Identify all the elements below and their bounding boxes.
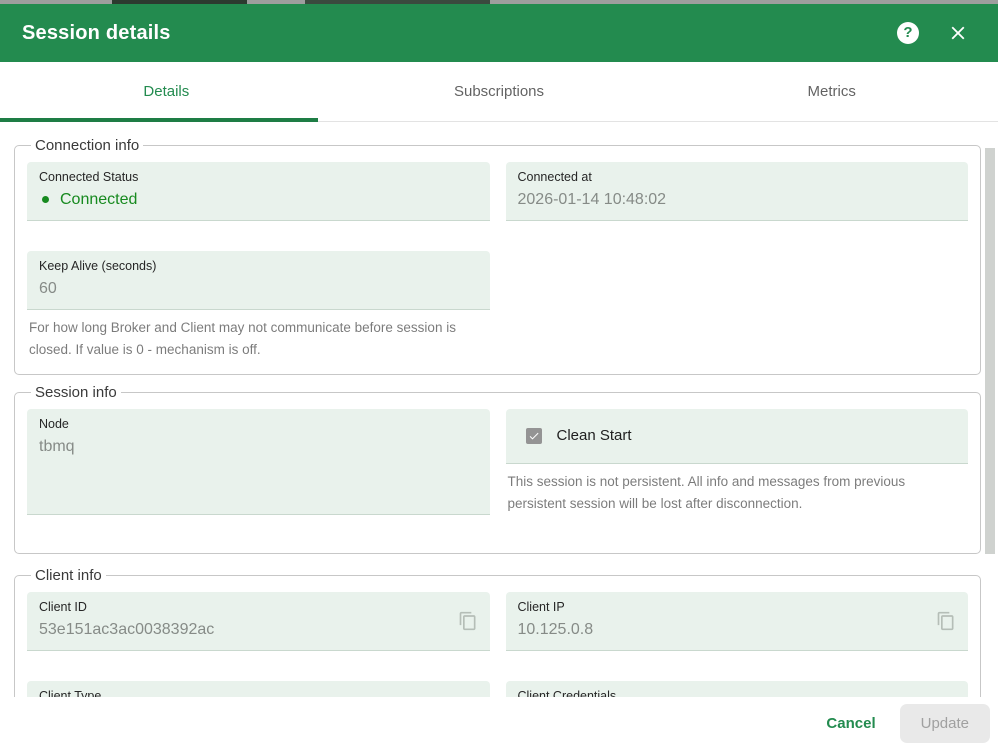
field-clean-start: Clean Start bbox=[506, 409, 969, 464]
dialog-content: Connection info Connected Status Connect… bbox=[0, 122, 998, 697]
clean-start-label: Clean Start bbox=[557, 427, 632, 444]
field-label: Connected Status bbox=[39, 170, 478, 184]
section-client-info: Client info Client ID 53e151ac3ac0038392… bbox=[14, 567, 981, 697]
field-connected-status: Connected Status Connected bbox=[27, 162, 490, 221]
keep-alive-cell: Keep Alive (seconds) 60 For how long Bro… bbox=[27, 251, 490, 362]
tab-bar: Details Subscriptions Metrics bbox=[0, 62, 998, 122]
close-button[interactable] bbox=[940, 15, 976, 51]
node-value: tbmq bbox=[39, 435, 478, 458]
tab-subscriptions[interactable]: Subscriptions bbox=[333, 62, 666, 121]
section-connection-info-legend: Connection info bbox=[31, 137, 143, 154]
field-label: Client Type bbox=[39, 689, 478, 697]
page-title: Session details bbox=[22, 22, 171, 45]
section-client-info-legend: Client info bbox=[31, 567, 106, 584]
status-dot-icon bbox=[42, 196, 49, 203]
client-id-value: 53e151ac3ac0038392ac bbox=[39, 618, 478, 641]
field-label: Connected at bbox=[518, 170, 957, 184]
clean-start-hint: This session is not persistent. All info… bbox=[506, 471, 969, 516]
section-connection-info: Connection info Connected Status Connect… bbox=[14, 137, 981, 375]
field-client-ip: Client IP 10.125.0.8 bbox=[506, 592, 969, 651]
section-session-info-legend: Session info bbox=[31, 384, 121, 401]
help-icon: ? bbox=[897, 22, 919, 44]
field-label: Node bbox=[39, 417, 478, 431]
cancel-button[interactable]: Cancel bbox=[812, 705, 889, 742]
clean-start-cell: Clean Start This session is not persiste… bbox=[506, 409, 969, 516]
dialog-footer: Cancel Update bbox=[0, 697, 998, 756]
copy-client-ip-button[interactable] bbox=[932, 607, 960, 635]
checkmark-icon bbox=[528, 430, 540, 442]
update-button[interactable]: Update bbox=[900, 704, 990, 743]
client-ip-value: 10.125.0.8 bbox=[518, 618, 957, 641]
section-session-info: Session info Node tbmq Clean Start This … bbox=[14, 384, 981, 555]
field-label: Client ID bbox=[39, 600, 478, 614]
dialog-header: Session details ? bbox=[0, 4, 998, 62]
close-icon bbox=[947, 22, 969, 44]
field-connected-at: Connected at 2026-01-14 10:48:02 bbox=[506, 162, 969, 221]
tab-metrics[interactable]: Metrics bbox=[665, 62, 998, 121]
tab-details[interactable]: Details bbox=[0, 62, 333, 121]
scrollbar-thumb[interactable] bbox=[985, 148, 995, 554]
field-client-credentials: Client Credentials client_Symcon_TRAVENE… bbox=[506, 681, 969, 697]
field-keep-alive: Keep Alive (seconds) 60 bbox=[27, 251, 490, 310]
connected-at-value: 2026-01-14 10:48:02 bbox=[518, 188, 957, 211]
copy-client-id-button[interactable] bbox=[454, 607, 482, 635]
field-client-id: Client ID 53e151ac3ac0038392ac bbox=[27, 592, 490, 651]
copy-icon bbox=[458, 611, 478, 631]
field-label: Keep Alive (seconds) bbox=[39, 259, 478, 273]
keep-alive-value: 60 bbox=[39, 277, 478, 300]
clean-start-checkbox[interactable] bbox=[526, 428, 542, 444]
field-node: Node tbmq bbox=[27, 409, 490, 516]
background-page-edge bbox=[0, 0, 998, 4]
field-label: Client Credentials bbox=[518, 689, 957, 697]
help-button[interactable]: ? bbox=[890, 15, 926, 51]
vertical-scrollbar[interactable] bbox=[985, 122, 995, 697]
copy-icon bbox=[936, 611, 956, 631]
connected-status-value: Connected bbox=[39, 188, 478, 211]
field-client-type: Client Type Device bbox=[27, 681, 490, 697]
field-label: Client IP bbox=[518, 600, 957, 614]
keep-alive-hint: For how long Broker and Client may not c… bbox=[27, 317, 490, 362]
